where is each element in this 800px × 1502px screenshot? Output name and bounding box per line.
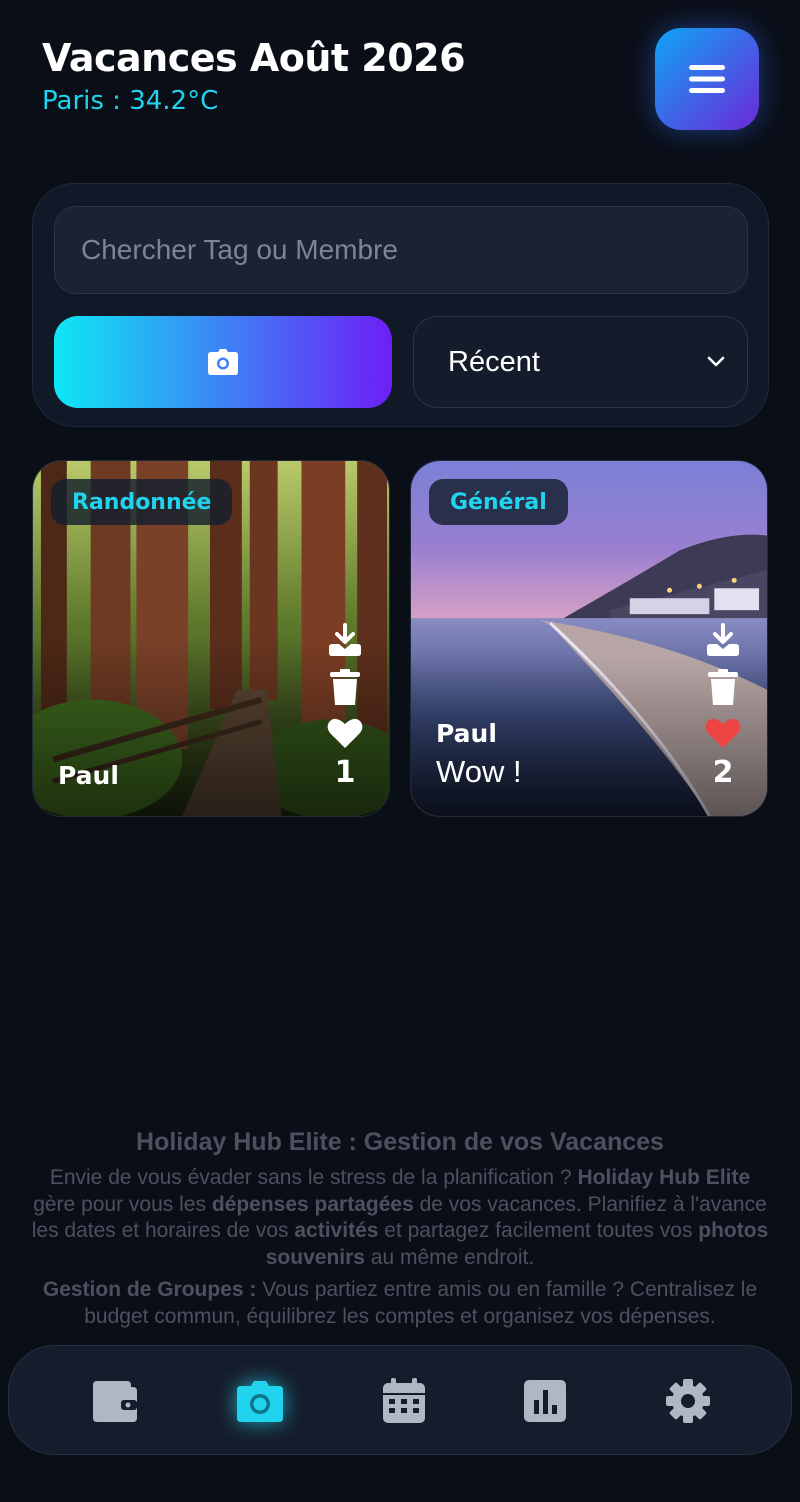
wallet-icon [93, 1381, 137, 1422]
photo-tag[interactable]: Randonnée [51, 479, 233, 525]
sort-select[interactable]: Récent [413, 316, 748, 408]
about-text: gère pour vous les [33, 1192, 212, 1216]
about-highlight: Gestion de Groupes : [42, 1278, 257, 1301]
photo-actions: 2 [703, 623, 743, 790]
camera-icon [208, 349, 238, 375]
download-icon[interactable] [705, 623, 741, 657]
search-panel: Récent [32, 183, 769, 427]
photo-author: Paul [58, 761, 119, 790]
hamburger-icon [689, 65, 725, 93]
about-highlight: activités [294, 1219, 379, 1242]
heart-filled-icon[interactable] [705, 717, 741, 749]
about-text: Envie de vous évader sans le stress de l… [49, 1166, 578, 1189]
like-count: 2 [712, 755, 734, 790]
nav-item-stats[interactable] [517, 1373, 573, 1429]
upload-photo-button[interactable] [54, 316, 392, 408]
photo-tag[interactable]: Général [429, 479, 568, 525]
nav-item-settings[interactable] [660, 1373, 716, 1429]
about-text: au même endroit. [364, 1245, 535, 1269]
weather-info: Paris : 34.2°C [42, 86, 219, 116]
about-section: Holiday Hub Elite : Gestion de vos Vacan… [28, 1128, 772, 1330]
photo-author: Paul [436, 719, 497, 748]
chevron-down-icon [707, 356, 725, 367]
photo-caption: Wow ! [436, 754, 522, 789]
nav-item-calendar[interactable] [376, 1373, 432, 1429]
calendar-icon [383, 1378, 425, 1423]
photo-actions: 1 [325, 623, 365, 790]
photo-card[interactable]: Général 2 Paul Wow ! [410, 460, 768, 817]
trash-icon[interactable] [708, 669, 738, 705]
download-icon[interactable] [327, 623, 363, 657]
nav-item-photos[interactable] [232, 1373, 288, 1429]
search-input[interactable] [54, 206, 748, 294]
about-highlight: dépenses partagées [211, 1192, 414, 1216]
page-title: Vacances Août 2026 [42, 36, 466, 80]
about-highlight: Holiday Hub Elite [577, 1166, 751, 1189]
chart-icon [524, 1380, 566, 1422]
sort-select-value: Récent [448, 345, 540, 378]
about-paragraph: Envie de vous évader sans le stress de l… [28, 1165, 772, 1271]
about-title: Holiday Hub Elite : Gestion de vos Vacan… [136, 1128, 664, 1156]
heart-icon[interactable] [327, 717, 363, 749]
nav-item-wallet[interactable] [87, 1373, 143, 1429]
trash-icon[interactable] [330, 669, 360, 705]
camera-icon [237, 1381, 283, 1422]
header: Vacances Août 2026 Paris : 34.2°C [42, 36, 466, 116]
like-count: 1 [334, 755, 356, 790]
photo-card[interactable]: Randonnée 1 Paul [32, 460, 390, 817]
gear-icon [666, 1379, 710, 1423]
about-paragraph: Gestion de Groupes : Vous partiez entre … [28, 1277, 772, 1330]
about-text: et partagez facilement toutes vos [378, 1219, 699, 1242]
menu-button[interactable] [655, 28, 759, 130]
bottom-nav [8, 1345, 792, 1455]
